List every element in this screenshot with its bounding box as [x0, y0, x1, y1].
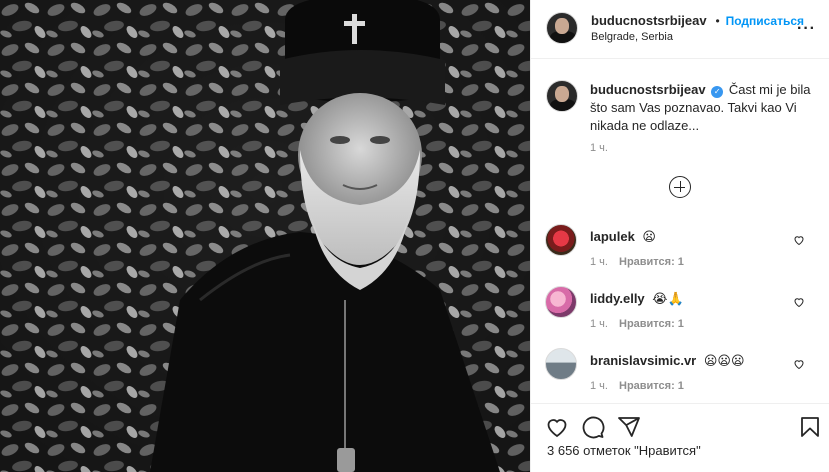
author-avatar[interactable] — [546, 12, 578, 44]
post-photo[interactable] — [0, 0, 530, 472]
commenter-avatar-lapulek[interactable] — [545, 224, 577, 256]
comment-text: 😭🙏 — [652, 291, 684, 306]
comment-likes[interactable]: Нравится: 1 — [619, 318, 684, 330]
comment-likes[interactable]: Нравится: 1 — [619, 380, 684, 392]
instagram-post-modal: buducnostsrbijeav • Подписаться Belgrade… — [0, 0, 829, 472]
comment-username[interactable]: liddy.elly — [590, 291, 645, 306]
comment-text: 😦 — [642, 229, 656, 244]
verified-badge-icon: ✓ — [711, 86, 724, 98]
comment-timestamp[interactable]: 1 ч. — [590, 380, 608, 392]
comment-branislav: branislavsimic.vr 😦😦😦 — [590, 353, 745, 369]
comment-text: 😦😦😦 — [703, 353, 745, 368]
likes-count[interactable]: 3 656 отметок "Нравится" — [547, 443, 701, 458]
send-icon[interactable] — [617, 415, 641, 439]
comment-heart-icon[interactable] — [793, 234, 805, 246]
plus-circle-icon[interactable] — [669, 176, 691, 198]
comment-icon[interactable] — [581, 415, 605, 439]
comment-username[interactable]: lapulek — [590, 229, 635, 244]
comment-lapulek: lapulek 😦 — [590, 229, 656, 245]
post-photo-image — [0, 0, 530, 472]
comment-liddy: liddy.elly 😭🙏 — [590, 291, 684, 307]
comment-heart-icon[interactable] — [793, 358, 805, 370]
caption-timestamp[interactable]: 1 ч. — [590, 142, 608, 154]
more-options-icon[interactable]: ··· — [797, 20, 816, 38]
bookmark-icon[interactable] — [798, 415, 822, 439]
post-location[interactable]: Belgrade, Serbia — [591, 31, 673, 43]
comment-timestamp[interactable]: 1 ч. — [590, 256, 608, 268]
caption-username[interactable]: buducnostsrbijeav — [590, 82, 706, 97]
post-side-panel: buducnostsrbijeav • Подписаться Belgrade… — [530, 0, 829, 472]
heart-icon[interactable] — [545, 415, 569, 439]
comment-timestamp[interactable]: 1 ч. — [590, 318, 608, 330]
commenter-avatar-liddy[interactable] — [545, 286, 577, 318]
follow-button[interactable]: Подписаться — [726, 14, 804, 28]
separator-dot: • — [715, 14, 720, 28]
comment-username[interactable]: branislavsimic.vr — [590, 353, 696, 368]
comment-likes[interactable]: Нравится: 1 — [619, 256, 684, 268]
caption-author-avatar[interactable] — [546, 80, 578, 112]
post-header: buducnostsrbijeav • Подписаться Belgrade… — [531, 0, 829, 59]
post-caption: buducnostsrbijeav ✓ Čast mi je bila što … — [590, 81, 820, 135]
author-username[interactable]: buducnostsrbijeav — [591, 13, 707, 28]
comment-heart-icon[interactable] — [793, 296, 805, 308]
commenter-avatar-branislav[interactable] — [545, 348, 577, 380]
post-actions-bar — [531, 403, 829, 472]
